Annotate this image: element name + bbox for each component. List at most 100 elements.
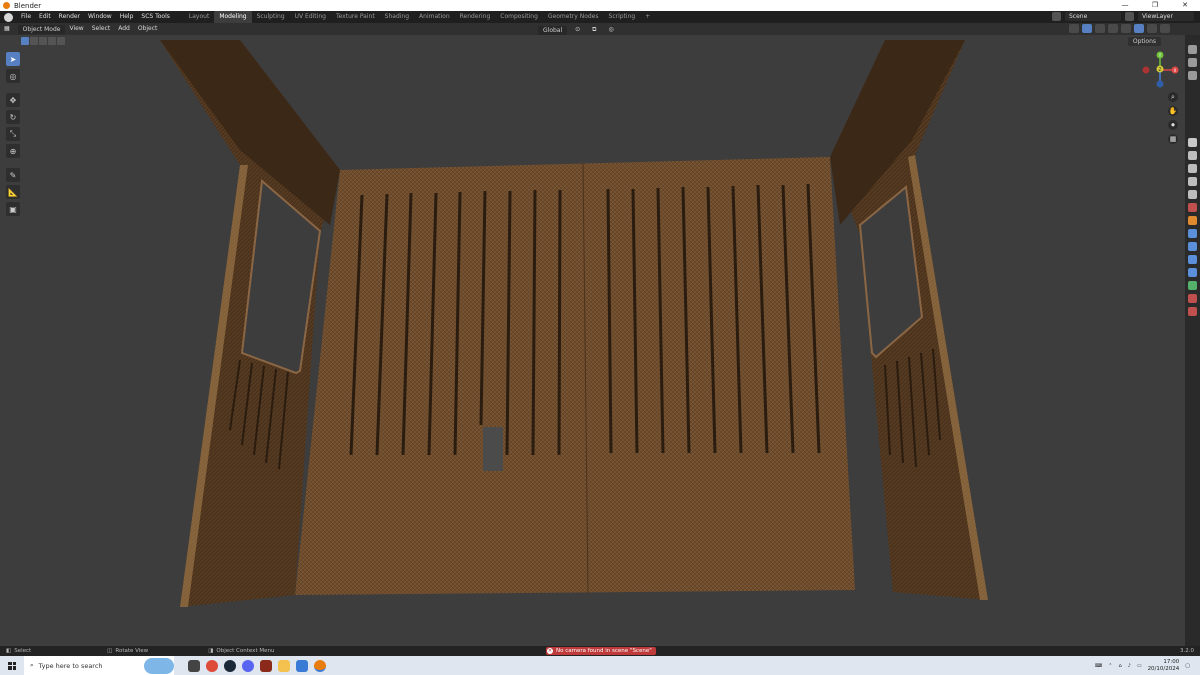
camera-warning-badge[interactable]: ✕ No camera found in scene "Scene" — [546, 647, 656, 655]
scale-tool-icon[interactable]: ⤡ — [6, 127, 20, 141]
overlay-icon[interactable] — [1095, 24, 1105, 33]
menu-help[interactable]: Help — [116, 11, 138, 23]
tab-modeling[interactable]: Modeling — [214, 11, 252, 23]
options-dropdown[interactable]: Options — [1127, 37, 1161, 46]
notifications-icon[interactable]: ▢ — [1185, 663, 1190, 669]
view-layer-properties-icon[interactable] — [1188, 177, 1197, 186]
scene-field[interactable]: Scene — [1065, 12, 1121, 21]
render-properties-icon[interactable] — [1188, 151, 1197, 160]
hide-icon[interactable] — [1188, 58, 1197, 67]
camera-view-icon[interactable]: ⏺ — [1168, 120, 1178, 130]
search-highlight-image[interactable] — [144, 657, 174, 674]
transform-tool-icon[interactable]: ⊕ — [6, 144, 20, 158]
close-button[interactable]: ✕ — [1170, 0, 1200, 11]
menu-scs-tools[interactable]: SCS Tools — [137, 11, 174, 23]
gizmo-z-negative — [1156, 80, 1164, 88]
cursor-tool-icon[interactable]: ◎ — [6, 69, 20, 83]
tab-compositing[interactable]: Compositing — [495, 11, 543, 23]
blender-taskbar-icon[interactable] — [314, 659, 326, 672]
editor-type-icon[interactable]: ▦ — [0, 23, 14, 35]
view-layer-field[interactable]: ViewLayer — [1138, 12, 1194, 21]
tab-sculpting[interactable]: Sculpting — [252, 11, 290, 23]
menu-file[interactable]: File — [17, 11, 35, 23]
task-view-icon[interactable] — [188, 659, 200, 672]
modifier-properties-icon[interactable] — [1188, 229, 1197, 238]
select-new-icon[interactable] — [21, 37, 29, 45]
windows-start-icon[interactable] — [8, 661, 16, 670]
tool-properties-icon[interactable] — [1188, 45, 1197, 54]
menu-window[interactable]: Window — [84, 11, 116, 23]
app-cube-icon[interactable] — [296, 659, 308, 672]
game-app-icon[interactable] — [260, 659, 272, 672]
minimize-button[interactable]: — — [1110, 0, 1140, 11]
navigation-gizmo[interactable]: X Y Z — [1140, 50, 1180, 90]
rendered-shading-icon[interactable] — [1160, 24, 1170, 33]
tab-texture-paint[interactable]: Texture Paint — [331, 11, 380, 23]
menu-add[interactable]: Add — [114, 23, 134, 35]
tab-rendering[interactable]: Rendering — [455, 11, 496, 23]
file-explorer-icon[interactable] — [278, 659, 290, 672]
chrome-icon[interactable] — [206, 659, 218, 672]
data-properties-icon[interactable] — [1188, 281, 1197, 290]
visibility-icon[interactable] — [1069, 24, 1079, 33]
select-extend-icon[interactable] — [30, 37, 38, 45]
move-tool-icon[interactable]: ✥ — [6, 93, 20, 107]
material-properties-icon[interactable] — [1188, 294, 1197, 303]
network-icon[interactable]: ⌂ — [1118, 663, 1121, 669]
add-cube-tool-icon[interactable]: ▣ — [6, 202, 20, 216]
volume-icon[interactable]: ♪ — [1128, 663, 1131, 669]
add-workspace-button[interactable]: + — [640, 11, 655, 23]
active-tool-icon[interactable] — [1188, 138, 1197, 147]
blender-logo-icon[interactable] — [4, 12, 13, 22]
tab-shading[interactable]: Shading — [380, 11, 414, 23]
xray-icon[interactable] — [1108, 24, 1118, 33]
output-properties-icon[interactable] — [1188, 164, 1197, 173]
mouse-middle-icon: ◫ — [107, 648, 113, 654]
discord-icon[interactable] — [242, 659, 254, 672]
maximize-button[interactable]: ❐ — [1140, 0, 1170, 11]
select-invert-icon[interactable] — [48, 37, 56, 45]
steam-icon[interactable] — [224, 659, 236, 672]
menu-view[interactable]: View — [65, 23, 87, 35]
taskbar-clock[interactable]: 17:00 20/10/2024 — [1148, 659, 1180, 673]
constraints-properties-icon[interactable] — [1188, 268, 1197, 277]
menu-object[interactable]: Object — [134, 23, 162, 35]
gizmo-toggle-icon[interactable] — [1082, 24, 1092, 33]
pan-icon[interactable]: ✋ — [1168, 106, 1178, 116]
zoom-icon[interactable]: ⌕ — [1168, 92, 1178, 102]
top-menubar: File Edit Render Window Help SCS Tools L… — [0, 11, 1200, 23]
object-properties-icon[interactable] — [1188, 216, 1197, 225]
scene-icon[interactable] — [1052, 12, 1061, 21]
particles-properties-icon[interactable] — [1188, 242, 1197, 251]
view-layer-icon[interactable] — [1125, 12, 1134, 21]
measure-tool-icon[interactable]: 📐 — [6, 185, 20, 199]
scene-properties-icon[interactable] — [1188, 190, 1197, 199]
layers-icon[interactable] — [1188, 71, 1197, 80]
keyboard-icon[interactable]: ⌨ — [1095, 663, 1102, 669]
select-intersect-icon[interactable] — [57, 37, 65, 45]
3d-viewport[interactable]: Options ➤ ◎ ✥ ↻ ⤡ ⊕ ✎ 📐 ▣ X Y Z ⌕ ✋ ⏺ ▦ — [0, 35, 1185, 646]
select-tool-icon[interactable]: ➤ — [6, 52, 20, 66]
world-properties-icon[interactable] — [1188, 203, 1197, 212]
tab-uv-editing[interactable]: UV Editing — [290, 11, 331, 23]
language-icon[interactable]: ▭ — [1137, 663, 1142, 669]
menu-render[interactable]: Render — [55, 11, 84, 23]
tab-animation[interactable]: Animation — [414, 11, 455, 23]
wireframe-shading-icon[interactable] — [1121, 24, 1131, 33]
texture-properties-icon[interactable] — [1188, 307, 1197, 316]
tab-scripting[interactable]: Scripting — [604, 11, 641, 23]
physics-properties-icon[interactable] — [1188, 255, 1197, 264]
tab-layout[interactable]: Layout — [184, 11, 214, 23]
mode-dropdown[interactable]: Object Mode — [17, 24, 66, 34]
rotate-tool-icon[interactable]: ↻ — [6, 110, 20, 124]
ortho-toggle-icon[interactable]: ▦ — [1168, 134, 1178, 144]
tray-expand-icon[interactable]: ⌃ — [1108, 663, 1112, 669]
annotate-tool-icon[interactable]: ✎ — [6, 168, 20, 182]
solid-shading-icon[interactable] — [1134, 24, 1144, 33]
tab-geometry-nodes[interactable]: Geometry Nodes — [543, 11, 604, 23]
select-subtract-icon[interactable] — [39, 37, 47, 45]
menu-edit[interactable]: Edit — [35, 11, 55, 23]
orientation-dropdown[interactable]: Global — [538, 25, 568, 35]
menu-select[interactable]: Select — [88, 23, 115, 35]
material-shading-icon[interactable] — [1147, 24, 1157, 33]
